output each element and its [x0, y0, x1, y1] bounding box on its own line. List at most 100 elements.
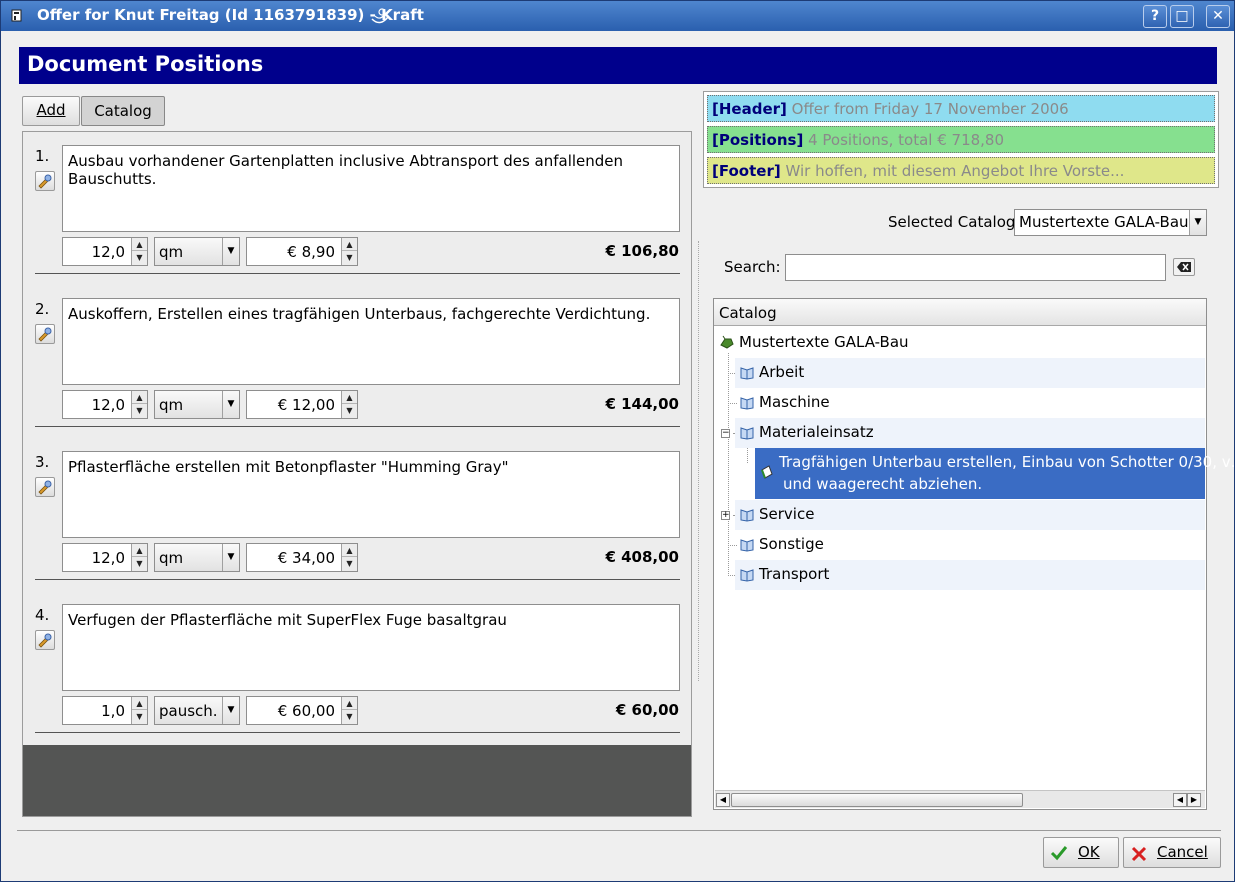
cancel-button[interactable]: Cancel: [1123, 837, 1221, 868]
tree-root[interactable]: Mustertexte GALA-Bau: [715, 328, 1205, 358]
scroll-left-icon[interactable]: ◀: [1173, 793, 1187, 807]
stepper-arrows[interactable]: ▲ ▼: [131, 391, 147, 418]
unit-value: qm: [159, 243, 184, 261]
step-down-icon[interactable]: ▼: [342, 404, 357, 417]
quantity-stepper[interactable]: 1,0 ▲ ▼: [62, 696, 148, 725]
stepper-arrows[interactable]: ▲ ▼: [131, 697, 147, 724]
quantity-value: 1,0: [101, 702, 125, 720]
book-icon: [740, 569, 754, 582]
stepper-arrows[interactable]: ▲ ▼: [341, 544, 357, 571]
step-up-icon[interactable]: ▲: [132, 391, 147, 404]
window-title: Offer for Knut Freitag (Id 1163791839) -…: [37, 6, 424, 24]
step-down-icon[interactable]: ▼: [342, 710, 357, 723]
tree-item-label: Transport: [759, 565, 830, 583]
position-total: € 106,80: [605, 242, 679, 260]
title-bar[interactable]: Offer for Knut Freitag (Id 1163791839) -…: [1, 1, 1234, 31]
unit-select[interactable]: pausch. ▼: [154, 696, 240, 725]
tree-item-maschine[interactable]: Maschine: [735, 388, 1205, 418]
step-up-icon[interactable]: ▲: [132, 238, 147, 251]
step-up-icon[interactable]: ▲: [132, 697, 147, 710]
stepper-arrows[interactable]: ▲ ▼: [341, 697, 357, 724]
quantity-stepper[interactable]: 12,0 ▲ ▼: [62, 390, 148, 419]
tree-item-transport[interactable]: Transport: [735, 560, 1205, 590]
scroll-right-icon[interactable]: ▶: [1187, 793, 1201, 807]
expand-icon[interactable]: +: [721, 511, 730, 520]
tree-horizontal-scrollbar[interactable]: ◀ ◀ ▶: [715, 790, 1205, 808]
tree-item-arbeit[interactable]: Arbeit: [735, 358, 1205, 388]
chevron-down-icon[interactable]: ▼: [222, 544, 239, 571]
tree-column-header[interactable]: Catalog: [714, 299, 1206, 326]
ok-check-icon: [1050, 846, 1068, 861]
unit-select[interactable]: qm ▼: [154, 543, 240, 572]
price-stepper[interactable]: € 34,00 ▲ ▼: [246, 543, 358, 572]
section-positions[interactable]: [Positions] 4 Positions, total € 718,80: [707, 126, 1215, 153]
price-stepper[interactable]: € 8,90 ▲ ▼: [246, 237, 358, 266]
step-down-icon[interactable]: ▼: [132, 557, 147, 570]
step-down-icon[interactable]: ▼: [132, 251, 147, 264]
step-down-icon[interactable]: ▼: [342, 557, 357, 570]
step-up-icon[interactable]: ▲: [342, 697, 357, 710]
chevron-down-icon[interactable]: ▼: [222, 238, 239, 265]
step-down-icon[interactable]: ▼: [342, 251, 357, 264]
tree-item-materialeinsatz[interactable]: Materialeinsatz: [735, 418, 1205, 448]
close-button[interactable]: ✕: [1206, 5, 1230, 28]
position-text[interactable]: Verfugen der Pflasterfläche mit SuperFle…: [62, 604, 680, 691]
kraft-logo-icon: [371, 8, 389, 24]
edit-position-button[interactable]: [35, 477, 55, 497]
tree-item-selected[interactable]: Tragfähigen Unterbau erstellen, Einbau v…: [755, 448, 1235, 499]
stepper-arrows[interactable]: ▲ ▼: [131, 544, 147, 571]
quantity-stepper[interactable]: 12,0 ▲ ▼: [62, 237, 148, 266]
catalog-select[interactable]: Mustertexte GALA-Bau ▼: [1014, 209, 1207, 236]
price-stepper[interactable]: € 12,00 ▲ ▼: [246, 390, 358, 419]
section-footer[interactable]: [Footer] Wir hoffen, mit diesem Angebot …: [707, 157, 1215, 184]
stepper-arrows[interactable]: ▲ ▼: [131, 238, 147, 265]
position-text[interactable]: Auskoffern, Erstellen eines tragfähigen …: [62, 298, 680, 385]
edit-position-button[interactable]: [35, 630, 55, 650]
step-down-icon[interactable]: ▼: [132, 710, 147, 723]
chevron-down-icon[interactable]: ▼: [222, 697, 239, 724]
tree-item-sonstige[interactable]: Sonstige: [735, 530, 1205, 560]
search-input[interactable]: [785, 254, 1166, 281]
edit-position-button[interactable]: [35, 324, 55, 344]
unit-select[interactable]: qm ▼: [154, 390, 240, 419]
clear-search-button[interactable]: [1173, 258, 1195, 276]
stepper-arrows[interactable]: ▲ ▼: [341, 391, 357, 418]
quantity-stepper[interactable]: 12,0 ▲ ▼: [62, 543, 148, 572]
step-up-icon[interactable]: ▲: [132, 544, 147, 557]
position-text[interactable]: Pflasterfläche erstellen mit Betonpflast…: [62, 451, 680, 538]
price-value: € 60,00: [277, 702, 335, 720]
scroll-left-icon[interactable]: ◀: [716, 793, 730, 807]
step-up-icon[interactable]: ▲: [342, 544, 357, 557]
search-label: Search:: [724, 258, 781, 276]
scroll-thumb[interactable]: [731, 793, 1023, 807]
splitter-handle[interactable]: [698, 241, 699, 681]
section-header-tag: [Header]: [712, 100, 787, 118]
collapse-icon[interactable]: −: [721, 429, 730, 438]
stepper-arrows[interactable]: ▲ ▼: [341, 238, 357, 265]
positions-panel[interactable]: 1. Ausbau vorhandener Gartenplatten incl…: [22, 131, 692, 817]
position-text[interactable]: Ausbau vorhandener Gartenplatten inclusi…: [62, 145, 680, 232]
tree-item-label: Arbeit: [759, 363, 805, 381]
edit-icon: [38, 480, 52, 495]
section-header[interactable]: [Header] Offer from Friday 17 November 2…: [707, 95, 1215, 122]
price-value: € 8,90: [287, 243, 335, 261]
maximize-button[interactable]: □: [1170, 5, 1194, 28]
tree-item-service[interactable]: Service: [735, 500, 1205, 530]
step-up-icon[interactable]: ▲: [342, 391, 357, 404]
position-divider: [35, 426, 680, 427]
step-down-icon[interactable]: ▼: [132, 404, 147, 417]
chevron-down-icon[interactable]: ▼: [222, 391, 239, 418]
price-value: € 12,00: [277, 396, 335, 414]
edit-position-button[interactable]: [35, 171, 55, 191]
quantity-value: 12,0: [91, 549, 125, 567]
add-button[interactable]: Add: [22, 96, 80, 126]
step-up-icon[interactable]: ▲: [342, 238, 357, 251]
chevron-down-icon[interactable]: ▼: [1189, 210, 1206, 235]
ok-button[interactable]: OK: [1043, 837, 1119, 868]
catalog-button[interactable]: Catalog: [81, 96, 165, 126]
position-total: € 144,00: [605, 395, 679, 413]
catalog-root-icon: [720, 335, 734, 349]
price-stepper[interactable]: € 60,00 ▲ ▼: [246, 696, 358, 725]
unit-select[interactable]: qm ▼: [154, 237, 240, 266]
help-button[interactable]: ?: [1143, 5, 1167, 28]
